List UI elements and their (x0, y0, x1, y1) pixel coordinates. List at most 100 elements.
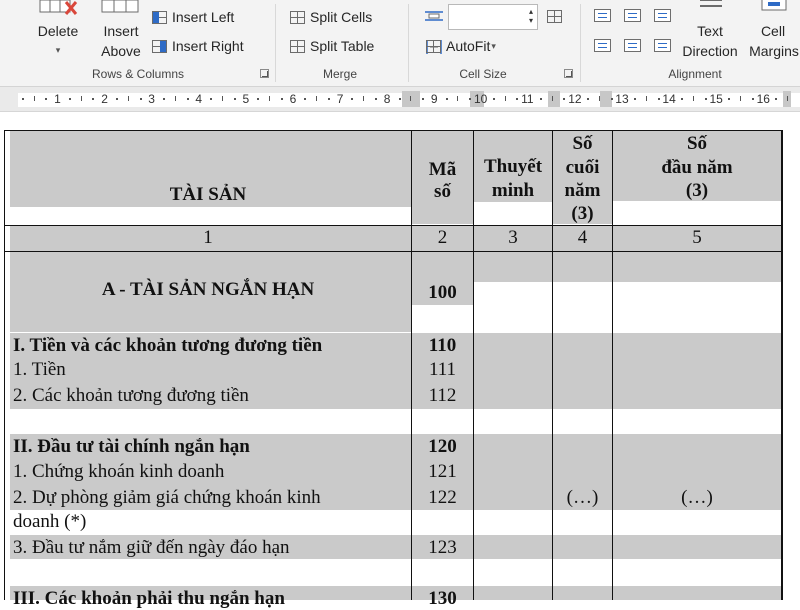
ruler-number: 14 (662, 92, 675, 106)
align-bottom-left-icon[interactable] (594, 39, 611, 52)
ruler-column-marker[interactable] (548, 91, 560, 107)
rows-columns-group-label: Rows & Columns (70, 67, 206, 81)
ruler-tick (116, 98, 118, 100)
header-so-cuoi-1: Số (553, 133, 612, 155)
chevron-down-icon: ▾ (491, 41, 496, 52)
split-table-button[interactable]: Split Table (290, 35, 374, 57)
ruler-tick (775, 98, 777, 100)
ruler-number: 8 (384, 92, 391, 106)
header-thuyet-minh-2: minh (474, 180, 552, 202)
ruler-number: 6 (290, 92, 297, 106)
header-so-cuoi-3: năm (553, 180, 612, 202)
ruler-number: 3 (148, 92, 155, 106)
row-code-120: 120 (412, 436, 473, 458)
insert-above-button[interactable]: Insert Above (96, 0, 146, 62)
ruler-tick (163, 98, 165, 100)
insert-left-label: Insert Left (172, 9, 234, 25)
ruler-number: 12 (568, 92, 581, 106)
row-code-123: 123 (412, 537, 473, 559)
row-height-input[interactable]: ▴▾ (448, 4, 538, 30)
ruler-half-tick (646, 96, 647, 101)
alignment-group-label: Alignment (650, 67, 740, 81)
insert-right-label: Insert Right (172, 38, 244, 54)
header-tai-san: TÀI SẢN (10, 184, 406, 206)
row-code-122: 122 (412, 487, 473, 509)
ruler-tick (351, 98, 353, 100)
row-name-123: 3. Đầu tư nắm giữ đến ngày đáo hạn (13, 537, 290, 559)
distribute-rows-icon[interactable] (547, 10, 562, 23)
ruler-tick (45, 98, 47, 100)
ruler-tick (281, 98, 283, 100)
table-right-border (781, 130, 783, 600)
column-number-5: 5 (613, 227, 781, 249)
ruler-half-tick (175, 96, 176, 101)
ruler-half-tick (316, 96, 317, 101)
rows-columns-dialog-launcher-icon[interactable] (260, 69, 269, 78)
cell-margins-icon (760, 0, 790, 14)
split-cells-button[interactable]: Split Cells (290, 6, 372, 28)
insert-above-label-2: Above (96, 41, 146, 61)
row-height-icon (423, 8, 445, 26)
align-top-center-icon[interactable] (624, 9, 641, 22)
ruler-tick (658, 98, 660, 100)
row-name-122-line1: 2. Dự phòng giảm giá chứng khoán kinh (13, 487, 321, 509)
group-separator (275, 4, 276, 82)
insert-left-button[interactable]: Insert Left (152, 6, 234, 28)
row-code-121: 121 (412, 461, 473, 483)
insert-right-button[interactable]: Insert Right (152, 35, 244, 57)
header-so-dau-1: Số (613, 133, 781, 155)
ribbon: Delete ▾ Insert Above Insert Left Insert… (0, 0, 800, 87)
spin-arrows-icon[interactable]: ▴▾ (529, 7, 533, 25)
row-name-110: I. Tiền và các khoản tương đương tiền (13, 335, 322, 357)
delete-label: Delete (36, 21, 80, 41)
section-a-col5-shading (613, 252, 781, 282)
ruler-tick (563, 98, 565, 100)
ruler-tick (234, 98, 236, 100)
ruler-half-tick (457, 96, 458, 101)
column-number-3: 3 (474, 227, 552, 249)
row-code-112: 112 (412, 385, 473, 407)
ruler-tick (399, 98, 401, 100)
ruler-half-tick (599, 96, 600, 101)
group-separator (580, 4, 581, 82)
ruler-half-tick (740, 96, 741, 101)
align-bottom-center-icon[interactable] (624, 39, 641, 52)
ruler-half-tick (128, 96, 129, 101)
table-top-border (4, 130, 783, 131)
ruler-half-tick (505, 96, 506, 101)
ruler-tick (705, 98, 707, 100)
header-thuyet-minh-1: Thuyết (474, 156, 552, 178)
section-a-code: 100 (412, 282, 473, 304)
cell-size-dialog-launcher-icon[interactable] (564, 69, 573, 78)
chevron-down-icon: ▾ (50, 40, 66, 60)
ruler-tick (140, 98, 142, 100)
cell-margins-button[interactable]: Cell Margins (744, 0, 800, 62)
autofit-button[interactable]: AutoFit ▾ (426, 35, 496, 57)
ruler-half-tick (787, 96, 788, 101)
table-left-border (4, 130, 5, 600)
align-bottom-right-icon[interactable] (654, 39, 671, 52)
ruler-number: 5 (243, 92, 250, 106)
text-direction-button[interactable]: Text Direction (678, 0, 744, 62)
cell-margins-label-1: Cell (744, 21, 800, 41)
header-so-dau-3: (3) (613, 180, 781, 202)
ruler-number: 13 (615, 92, 628, 106)
merge-group-label: Merge (290, 67, 390, 81)
align-top-left-icon[interactable] (594, 9, 611, 22)
row-name-122-line2: doanh (*) (13, 511, 86, 533)
insert-left-icon (152, 11, 167, 24)
delete-button[interactable]: Delete ▾ (30, 0, 88, 62)
ruler-column-marker[interactable] (402, 91, 420, 107)
row-code-111: 111 (412, 359, 473, 381)
ruler-tick (681, 98, 683, 100)
horizontal-ruler[interactable]: 12345678910111213141516 (0, 87, 800, 112)
split-table-label: Split Table (310, 38, 374, 54)
insert-right-icon (152, 40, 167, 53)
ruler-tick (587, 98, 589, 100)
align-top-right-icon[interactable] (654, 9, 671, 22)
header-so-cuoi-4: (3) (553, 203, 612, 225)
row-122-col4: (…) (553, 487, 612, 509)
ruler-tick (304, 98, 306, 100)
ruler-tick (493, 98, 495, 100)
header-ma-so-1: Mã (412, 158, 473, 182)
